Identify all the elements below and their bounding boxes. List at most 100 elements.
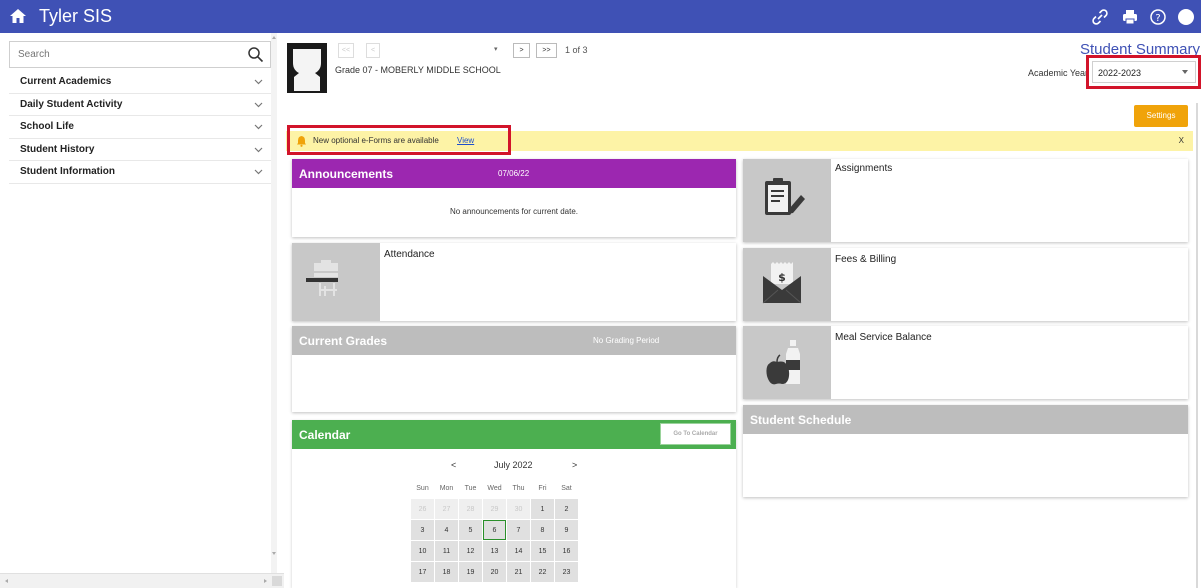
- student-select-caret[interactable]: ▾: [494, 45, 498, 53]
- calendar-day[interactable]: 21: [507, 562, 530, 582]
- student-photo: [287, 43, 327, 93]
- calendar-day[interactable]: 1: [531, 499, 554, 519]
- calendar-week: 17 18 19 20 21 22 23: [411, 562, 578, 582]
- calendar-day[interactable]: 29: [483, 499, 506, 519]
- prev-student-button[interactable]: <: [366, 43, 380, 58]
- calendar-day[interactable]: 16: [555, 541, 578, 561]
- fees-billing-title: Fees & Billing: [835, 254, 897, 265]
- help-icon[interactable]: ?: [1149, 8, 1167, 26]
- meal-service-card[interactable]: Meal Service Balance: [743, 326, 1188, 399]
- calendar-day[interactable]: 18: [435, 562, 458, 582]
- print-icon[interactable]: [1121, 8, 1139, 26]
- assignments-title: Assignments: [835, 163, 893, 174]
- bill-envelope-icon: $: [762, 262, 802, 304]
- student-grade-school: Grade 07 - MOBERLY MIDDLE SCHOOL: [335, 65, 501, 75]
- scroll-right-arrow[interactable]: [264, 579, 267, 583]
- calendar-day[interactable]: 19: [459, 562, 482, 582]
- calendar-day[interactable]: 10: [411, 541, 434, 561]
- calendar-day[interactable]: 26: [411, 499, 434, 519]
- top-bar: Tyler SIS ?: [0, 0, 1201, 33]
- calendar-month: July 2022: [494, 460, 533, 470]
- student-schedule-title: Student Schedule: [750, 413, 852, 427]
- apple-bottle-icon: [766, 340, 800, 385]
- announcements-date: 07/06/22: [498, 169, 530, 178]
- chevron-down-icon: [254, 124, 263, 130]
- scroll-thumb[interactable]: [272, 576, 282, 586]
- horizontal-scrollbar[interactable]: [0, 573, 284, 588]
- calendar-day[interactable]: 11: [435, 541, 458, 561]
- calendar-day[interactable]: 28: [459, 499, 482, 519]
- profile-icon[interactable]: [1177, 8, 1195, 26]
- sidebar-item-student-history[interactable]: Student History: [9, 139, 271, 161]
- calendar-weekday-row: Sun Mon Tue Wed Thu Fri Sat: [411, 478, 578, 498]
- calendar-day[interactable]: 12: [459, 541, 482, 561]
- search-input[interactable]: [10, 42, 240, 67]
- settings-button[interactable]: Settings: [1134, 105, 1188, 127]
- notice-close-button[interactable]: X: [1179, 136, 1184, 145]
- calendar-next-button[interactable]: >: [572, 460, 577, 470]
- sidebar-item-label: Current Academics: [20, 76, 112, 87]
- fees-billing-card[interactable]: $ Fees & Billing: [743, 248, 1188, 321]
- calendar-day[interactable]: 23: [555, 562, 578, 582]
- scroll-down-arrow[interactable]: [272, 552, 276, 555]
- academic-year-label: Academic Year: [1028, 68, 1089, 78]
- clipboard-icon: [765, 178, 805, 215]
- announcements-card: Announcements 07/06/22 No announcements …: [292, 159, 736, 237]
- assignments-card[interactable]: Assignments: [743, 159, 1188, 242]
- weekday: Thu: [507, 478, 530, 498]
- sidebar-item-student-information[interactable]: Student Information: [9, 161, 271, 184]
- calendar-day[interactable]: 14: [507, 541, 530, 561]
- calendar-day[interactable]: 4: [435, 520, 458, 540]
- fees-tile: $: [743, 248, 831, 321]
- calendar-day[interactable]: 15: [531, 541, 554, 561]
- calendar-day[interactable]: 17: [411, 562, 434, 582]
- calendar-day[interactable]: 3: [411, 520, 434, 540]
- go-to-calendar-button[interactable]: Go To Calendar: [660, 423, 731, 445]
- calendar-day[interactable]: 22: [531, 562, 554, 582]
- home-icon[interactable]: [9, 7, 27, 25]
- top-actions: ?: [1091, 8, 1201, 26]
- calendar-day[interactable]: 8: [531, 520, 554, 540]
- weekday: Sat: [555, 478, 578, 498]
- calendar-day[interactable]: 20: [483, 562, 506, 582]
- last-student-button[interactable]: >>: [536, 43, 557, 58]
- current-grades-header: Current Grades No Grading Period: [292, 326, 736, 355]
- attendance-card[interactable]: Attendance: [292, 243, 736, 321]
- sidebar-scrollbar[interactable]: [271, 33, 277, 588]
- chevron-down-icon: [254, 79, 263, 85]
- calendar-day[interactable]: 7: [507, 520, 530, 540]
- calendar-day[interactable]: 9: [555, 520, 578, 540]
- sidebar-item-label: Student Information: [20, 166, 115, 177]
- calendar-day[interactable]: 2: [555, 499, 578, 519]
- sidebar-item-label: School Life: [20, 121, 74, 132]
- first-student-button[interactable]: <<: [338, 43, 354, 58]
- student-schedule-card: Student Schedule: [743, 405, 1188, 497]
- weekday: Mon: [435, 478, 458, 498]
- calendar-day[interactable]: 13: [483, 541, 506, 561]
- calendar-title: Calendar: [299, 428, 351, 442]
- main-scrollbar[interactable]: [1194, 103, 1201, 588]
- sidebar-item-school-life[interactable]: School Life: [9, 116, 271, 139]
- highlight-box-academic-year: [1086, 55, 1201, 89]
- calendar-day-today[interactable]: 6: [483, 520, 506, 540]
- calendar-month-nav: < July 2022 >: [451, 460, 581, 472]
- student-count: 1 of 3: [565, 45, 588, 55]
- calendar-header: Calendar Go To Calendar: [292, 420, 736, 449]
- attendance-title: Attendance: [384, 249, 435, 260]
- meal-tile: [743, 326, 831, 399]
- chevron-down-icon: [254, 169, 263, 175]
- highlight-box-eforms: [287, 125, 511, 155]
- calendar-grid: Sun Mon Tue Wed Thu Fri Sat 26 27 28 29 …: [410, 477, 579, 583]
- scroll-up-arrow[interactable]: [272, 36, 276, 39]
- link-icon[interactable]: [1091, 8, 1109, 26]
- calendar-day[interactable]: 5: [459, 520, 482, 540]
- calendar-day[interactable]: 27: [435, 499, 458, 519]
- search-icon[interactable]: [247, 46, 264, 63]
- calendar-day[interactable]: 30: [507, 499, 530, 519]
- scroll-left-arrow[interactable]: [5, 579, 8, 583]
- sidebar-item-current-academics[interactable]: Current Academics: [9, 71, 271, 94]
- calendar-prev-button[interactable]: <: [451, 460, 456, 470]
- sidebar-item-daily-student-activity[interactable]: Daily Student Activity: [9, 94, 271, 116]
- search-box: [9, 41, 271, 68]
- next-student-button[interactable]: >: [513, 43, 530, 58]
